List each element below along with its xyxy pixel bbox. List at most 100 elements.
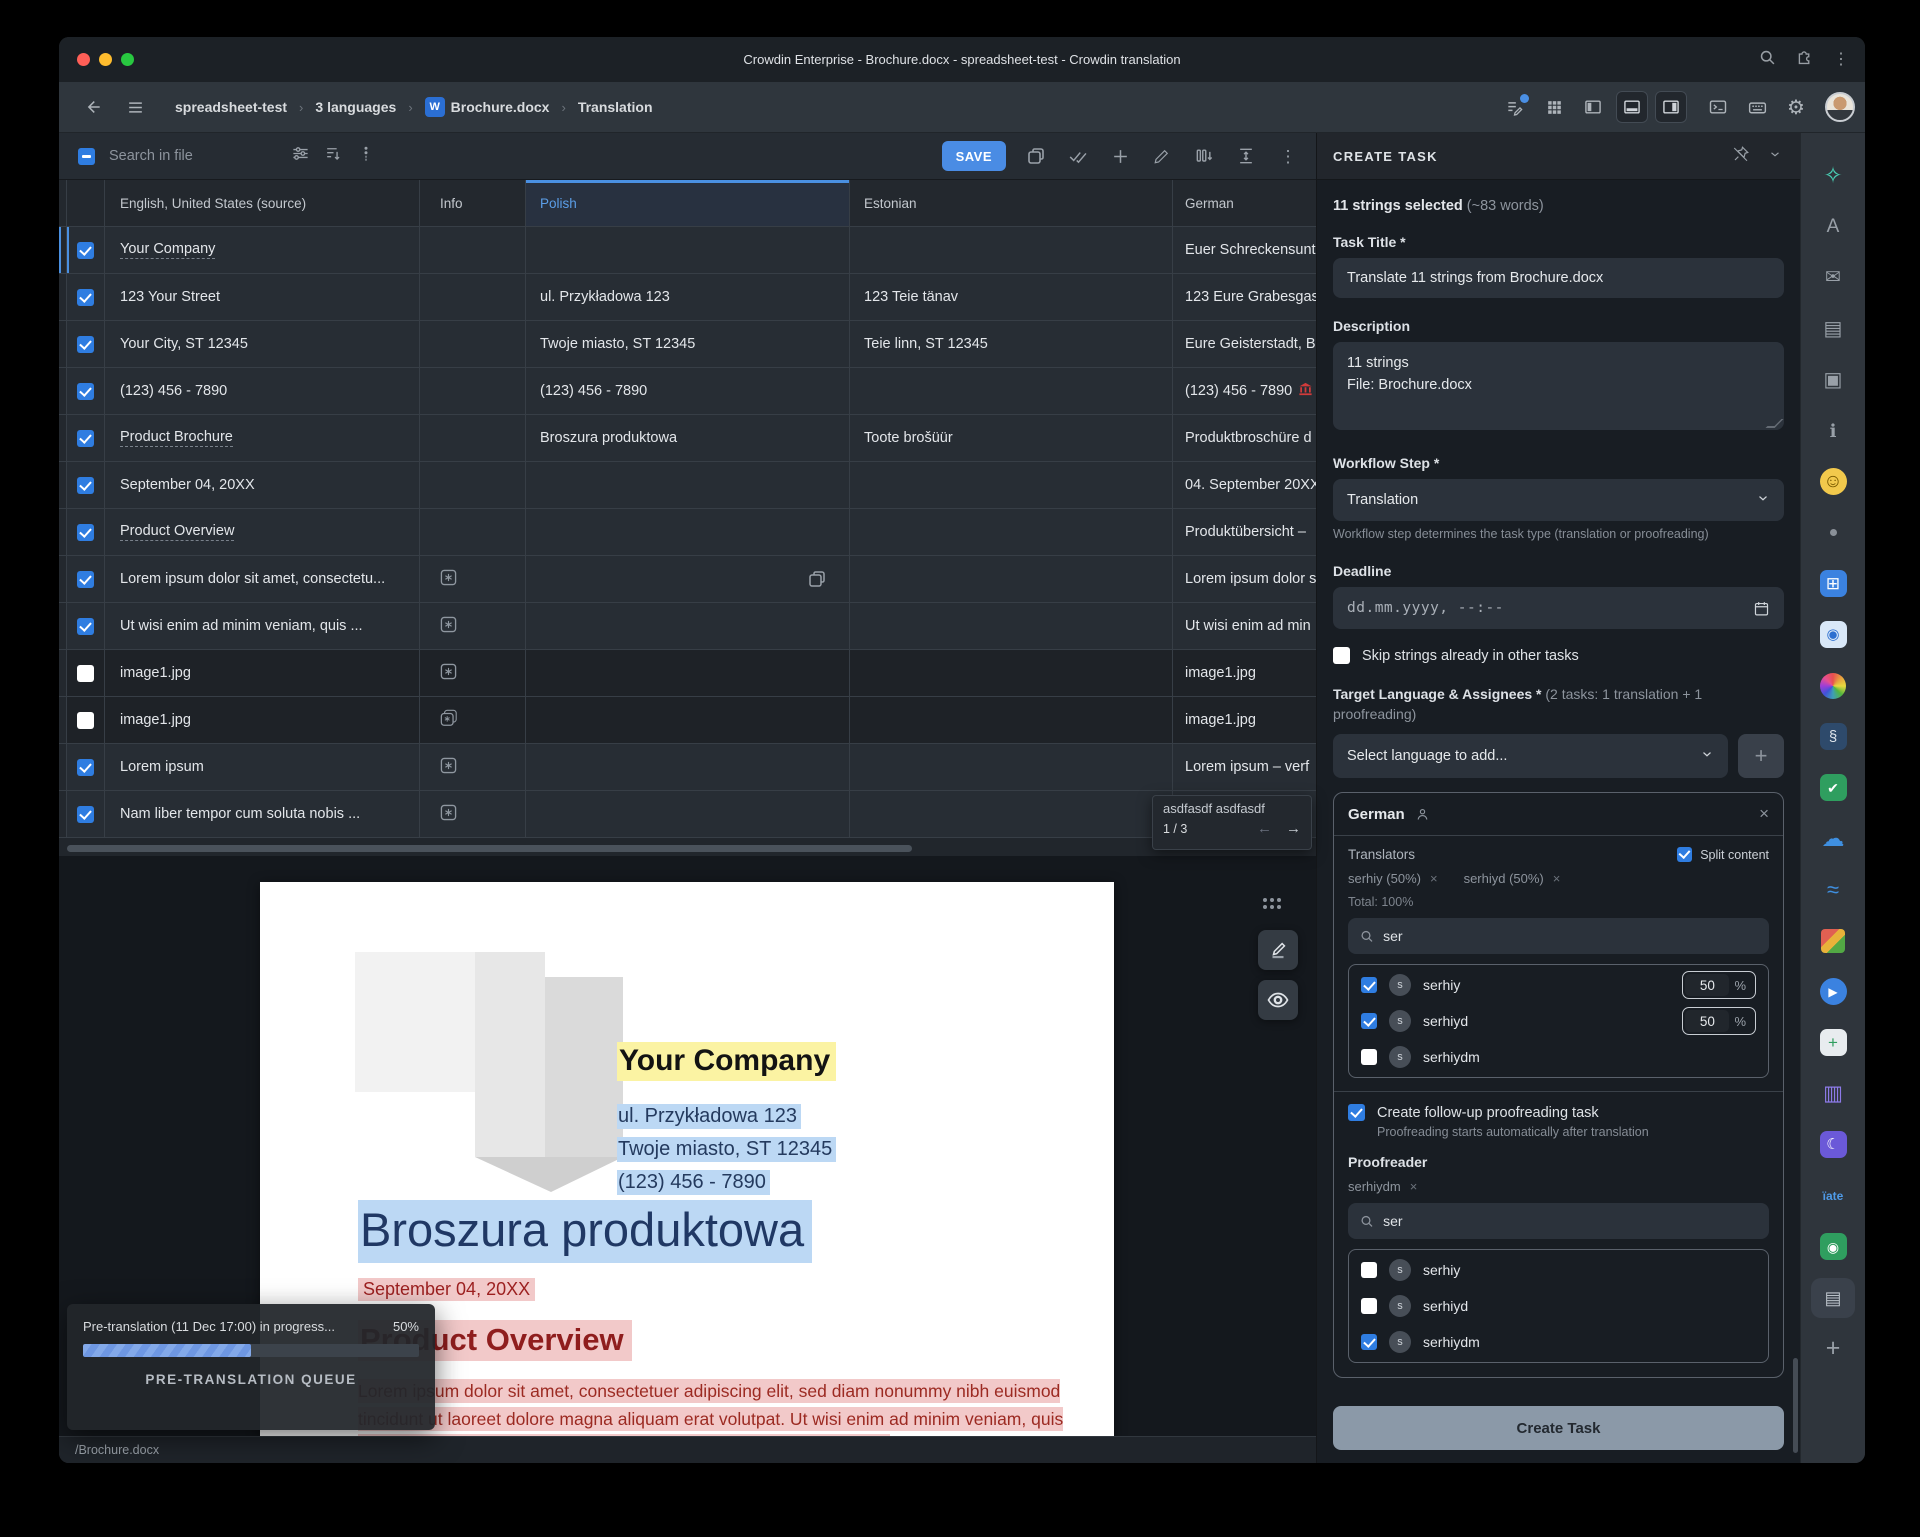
preview-edit-button[interactable] bbox=[1258, 930, 1298, 970]
cell-polish[interactable] bbox=[526, 462, 850, 509]
iate-logo[interactable]: ïate bbox=[1811, 1181, 1855, 1210]
cell-source[interactable]: Your City, ST 12345 bbox=[105, 321, 420, 368]
hamburger-menu-icon[interactable] bbox=[119, 91, 151, 123]
breadcrumb-item-translation[interactable]: Translation bbox=[578, 99, 653, 115]
cell-info[interactable] bbox=[420, 556, 526, 603]
row-height-icon[interactable] bbox=[1230, 140, 1262, 172]
cell-estonian[interactable] bbox=[850, 227, 1173, 274]
eye-ext-icon[interactable]: ◉ bbox=[1811, 620, 1855, 649]
remove-tag-icon[interactable]: × bbox=[1430, 871, 1438, 886]
create-task-button[interactable]: Create Task bbox=[1333, 1406, 1784, 1450]
right-panel-view-icon[interactable] bbox=[1655, 91, 1687, 123]
task-title-input[interactable] bbox=[1333, 258, 1784, 298]
save-button[interactable]: SAVE bbox=[942, 141, 1006, 171]
user-checkbox[interactable] bbox=[1361, 1298, 1377, 1314]
column-header-polish[interactable]: Polish bbox=[526, 180, 850, 227]
dino-icon[interactable]: ≈ bbox=[1811, 875, 1855, 904]
remove-language-icon[interactable]: × bbox=[1759, 804, 1769, 824]
select-all-checkbox[interactable] bbox=[78, 148, 95, 165]
cell-polish[interactable] bbox=[526, 227, 850, 274]
cell-estonian[interactable]: 123 Teie tänav bbox=[850, 274, 1173, 321]
proofreader-search-input[interactable] bbox=[1383, 1213, 1757, 1229]
columns-ext-icon[interactable]: ▥ bbox=[1811, 1079, 1855, 1108]
row-checkbox[interactable] bbox=[77, 477, 94, 494]
column-header-german[interactable]: German bbox=[1173, 180, 1316, 227]
cell-polish[interactable] bbox=[526, 697, 850, 744]
smiley-icon[interactable]: ☺ bbox=[1811, 467, 1855, 496]
user-row-serhiy[interactable]: sserhiy bbox=[1349, 1252, 1768, 1288]
row-checkbox[interactable] bbox=[77, 806, 94, 823]
cloud-icon[interactable]: ☁ bbox=[1811, 824, 1855, 853]
cell-info[interactable] bbox=[420, 415, 526, 462]
popover-next-icon[interactable]: → bbox=[1286, 820, 1301, 837]
row-checkbox[interactable] bbox=[77, 289, 94, 306]
pretranslation-queue-icon[interactable] bbox=[1499, 91, 1531, 123]
row-checkbox[interactable] bbox=[77, 242, 94, 259]
cell-source[interactable]: Nam liber tempor cum soluta nobis ... bbox=[105, 791, 420, 838]
cell-source[interactable]: Lorem ipsum bbox=[105, 744, 420, 791]
row-checkbox[interactable] bbox=[77, 430, 94, 447]
cell-german[interactable]: Euer Schreckensunt bbox=[1173, 227, 1316, 274]
cell-source[interactable]: (123) 456 - 7890 bbox=[105, 368, 420, 415]
table-more-icon[interactable]: ⋮ bbox=[1272, 140, 1304, 172]
search-input[interactable] bbox=[109, 148, 279, 164]
workflow-step-select[interactable]: Translation bbox=[1333, 479, 1784, 521]
preview-highlight-toggle-button[interactable] bbox=[1258, 980, 1298, 1020]
cell-source[interactable]: September 04, 20XX bbox=[105, 462, 420, 509]
cell-info[interactable] bbox=[420, 274, 526, 321]
cell-source[interactable]: Product Brochure bbox=[105, 415, 420, 462]
search-icon[interactable] bbox=[1759, 49, 1776, 71]
user-row-serhiyd[interactable]: sserhiyd50% bbox=[1349, 1003, 1768, 1039]
cell-polish[interactable]: Broszura produktowa bbox=[526, 415, 850, 462]
user-checkbox[interactable] bbox=[1361, 977, 1377, 993]
eye-play-icon[interactable]: ▶ bbox=[1811, 977, 1855, 1006]
cell-estonian[interactable] bbox=[850, 556, 1173, 603]
approve-all-icon[interactable] bbox=[1062, 140, 1094, 172]
cell-estonian[interactable] bbox=[850, 368, 1173, 415]
popover-prev-icon[interactable]: ← bbox=[1257, 820, 1272, 837]
cell-polish[interactable] bbox=[526, 509, 850, 556]
column-header-english[interactable]: English, United States (source) bbox=[105, 180, 420, 227]
cell-info[interactable] bbox=[420, 509, 526, 556]
edit-string-icon[interactable] bbox=[1146, 140, 1178, 172]
grid-view-icon[interactable] bbox=[1538, 91, 1570, 123]
column-header-info[interactable]: Info bbox=[420, 180, 526, 227]
remove-tag-icon[interactable]: × bbox=[1553, 871, 1561, 886]
panel-collapse-chevron-icon[interactable] bbox=[1768, 147, 1782, 166]
cell-german[interactable]: 123 Eure Grabesgas bbox=[1173, 274, 1316, 321]
filter-settings-icon[interactable] bbox=[291, 144, 310, 168]
preview-drag-handle-icon[interactable] bbox=[1263, 898, 1284, 912]
cell-polish[interactable]: Twoje miasto, ST 12345 bbox=[526, 321, 850, 368]
skip-strings-checkbox[interactable] bbox=[1333, 647, 1350, 664]
language-select[interactable]: Select language to add... bbox=[1333, 734, 1728, 778]
cube-icon[interactable] bbox=[1811, 926, 1855, 955]
user-checkbox[interactable] bbox=[1361, 1262, 1377, 1278]
cell-german[interactable]: 04. September 20XX bbox=[1173, 462, 1316, 509]
translate-tiles-icon[interactable]: ⊞ bbox=[1811, 569, 1855, 598]
column-order-icon[interactable] bbox=[1188, 140, 1220, 172]
panel-scrollbar[interactable] bbox=[1793, 1358, 1798, 1453]
cell-info[interactable] bbox=[420, 744, 526, 791]
cell-estonian[interactable] bbox=[850, 603, 1173, 650]
row-checkbox[interactable] bbox=[77, 524, 94, 541]
dot-icon[interactable] bbox=[1811, 518, 1855, 547]
row-checkbox[interactable] bbox=[77, 336, 94, 353]
add-extension-icon[interactable]: + bbox=[1811, 1334, 1855, 1363]
ai-sparkle-icon[interactable]: ✧ bbox=[1811, 161, 1855, 190]
row-checkbox[interactable] bbox=[77, 383, 94, 400]
user-checkbox[interactable] bbox=[1361, 1334, 1377, 1350]
notes-active-icon[interactable]: ▤ bbox=[1811, 1283, 1855, 1312]
cell-estonian[interactable] bbox=[850, 791, 1173, 838]
cell-source[interactable]: Ut wisi enim ad minim veniam, quis ... bbox=[105, 603, 420, 650]
check-badge-icon[interactable]: ✔ bbox=[1811, 773, 1855, 802]
translate-icon[interactable]: A bbox=[1811, 212, 1855, 241]
row-checkbox[interactable] bbox=[77, 571, 94, 588]
settings-gear-icon[interactable]: ⚙ bbox=[1780, 91, 1812, 123]
keyboard-shortcuts-icon[interactable] bbox=[1741, 91, 1773, 123]
cell-polish[interactable]: (123) 456 - 7890 bbox=[526, 368, 850, 415]
breadcrumb-item-brochure-docx[interactable]: WBrochure.docx bbox=[425, 97, 550, 117]
strings-options-icon[interactable] bbox=[357, 144, 375, 168]
cat-icon[interactable]: ☾ bbox=[1811, 1130, 1855, 1159]
cell-info[interactable] bbox=[420, 603, 526, 650]
split-content-toggle[interactable]: Split content bbox=[1677, 847, 1769, 862]
